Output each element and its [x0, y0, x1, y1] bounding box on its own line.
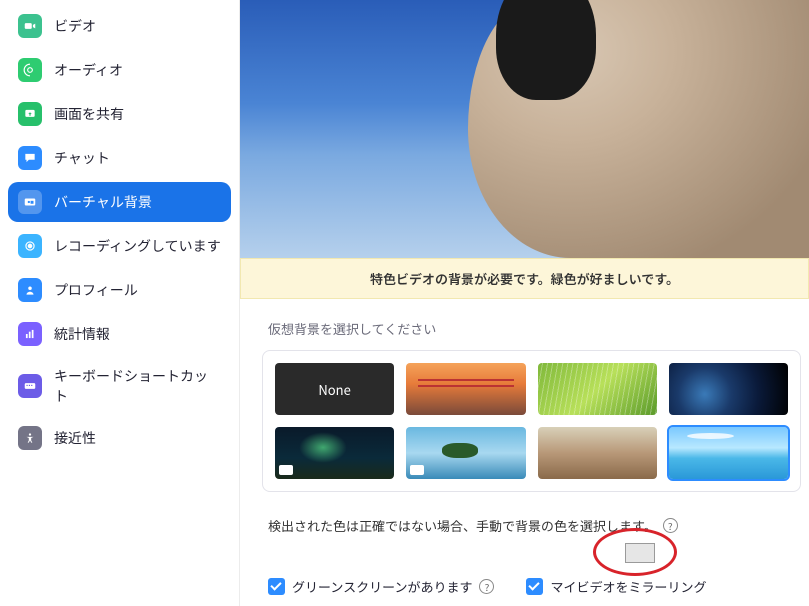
audio-icon	[18, 58, 42, 82]
bg-thumb-none-label: None	[318, 380, 350, 399]
video-badge-icon	[410, 465, 424, 475]
sidebar-item-statistics[interactable]: 統計情報	[8, 314, 231, 354]
manual-color-swatch[interactable]	[625, 543, 655, 563]
options-row: グリーンスクリーンがあります ? マイビデオをミラーリング	[268, 577, 809, 596]
profile-icon	[18, 278, 42, 302]
help-icon[interactable]: ?	[663, 518, 678, 533]
settings-content: 特色ビデオの背景が必要です。緑色が好ましいです。 仮想背景を選択してください N…	[240, 0, 809, 606]
bg-thumb-earth[interactable]	[669, 363, 788, 415]
accessibility-icon	[18, 426, 42, 450]
video-preview-area: 特色ビデオの背景が必要です。緑色が好ましいです。	[240, 0, 809, 299]
keyboard-icon	[18, 374, 42, 398]
manual-color-hint: 検出された色は正確ではない場合、手動で背景の色を選択します。 ?	[268, 516, 809, 535]
bg-thumb-none[interactable]: None	[275, 363, 394, 415]
sidebar-item-label: ビデオ	[54, 16, 96, 36]
sidebar-item-label: オーディオ	[54, 60, 123, 80]
sidebar-item-label: チャット	[54, 148, 110, 168]
sidebar-item-share-screen[interactable]: 画面を共有	[8, 94, 231, 134]
background-warning: 特色ビデオの背景が必要です。緑色が好ましいです。	[240, 258, 809, 299]
recording-icon	[18, 234, 42, 258]
video-badge-icon	[279, 465, 293, 475]
sidebar-item-label: レコーディングしています	[54, 236, 221, 256]
green-screen-option[interactable]: グリーンスクリーンがあります ?	[268, 577, 494, 596]
mirror-video-option[interactable]: マイビデオをミラーリング	[526, 577, 706, 596]
sidebar-item-audio[interactable]: オーディオ	[8, 50, 231, 90]
bg-thumb-ocean[interactable]	[669, 427, 788, 479]
bg-thumb-bridge[interactable]	[406, 363, 525, 415]
help-icon[interactable]: ?	[479, 579, 494, 594]
sidebar-item-recording[interactable]: レコーディングしています	[8, 226, 231, 266]
virtual-bg-icon	[18, 190, 42, 214]
chat-icon	[18, 146, 42, 170]
sidebar-item-label: キーボードショートカット	[54, 366, 221, 406]
green-screen-checkbox[interactable]	[268, 578, 285, 595]
green-screen-label: グリーンスクリーンがあります	[292, 577, 472, 596]
bg-thumb-island[interactable]	[406, 427, 525, 479]
sidebar-item-video[interactable]: ビデオ	[8, 6, 231, 46]
choose-background-label: 仮想背景を選択してください	[268, 319, 809, 338]
mirror-video-label: マイビデオをミラーリング	[550, 577, 706, 596]
video-icon	[18, 14, 42, 38]
bg-thumb-beach[interactable]	[538, 427, 657, 479]
share-screen-icon	[18, 102, 42, 126]
video-preview	[240, 0, 809, 258]
bg-thumb-grass[interactable]	[538, 363, 657, 415]
statistics-icon	[18, 322, 42, 346]
settings-sidebar: ビデオ オーディオ 画面を共有 チャット バーチャル背景	[0, 0, 240, 606]
sidebar-item-chat[interactable]: チャット	[8, 138, 231, 178]
bg-thumb-aurora[interactable]	[275, 427, 394, 479]
sidebar-item-label: 画面を共有	[54, 104, 124, 124]
sidebar-item-profile[interactable]: プロフィール	[8, 270, 231, 310]
mirror-video-checkbox[interactable]	[526, 578, 543, 595]
sidebar-item-label: バーチャル背景	[54, 192, 152, 212]
sidebar-item-label: 統計情報	[54, 324, 110, 344]
sidebar-item-virtual-background[interactable]: バーチャル背景	[8, 182, 231, 222]
background-thumbnails: None	[262, 350, 801, 492]
sidebar-item-keyboard[interactable]: キーボードショートカット	[8, 358, 231, 414]
sidebar-item-label: プロフィール	[54, 280, 138, 300]
sidebar-item-label: 接近性	[54, 428, 96, 448]
sidebar-item-accessibility[interactable]: 接近性	[8, 418, 231, 458]
